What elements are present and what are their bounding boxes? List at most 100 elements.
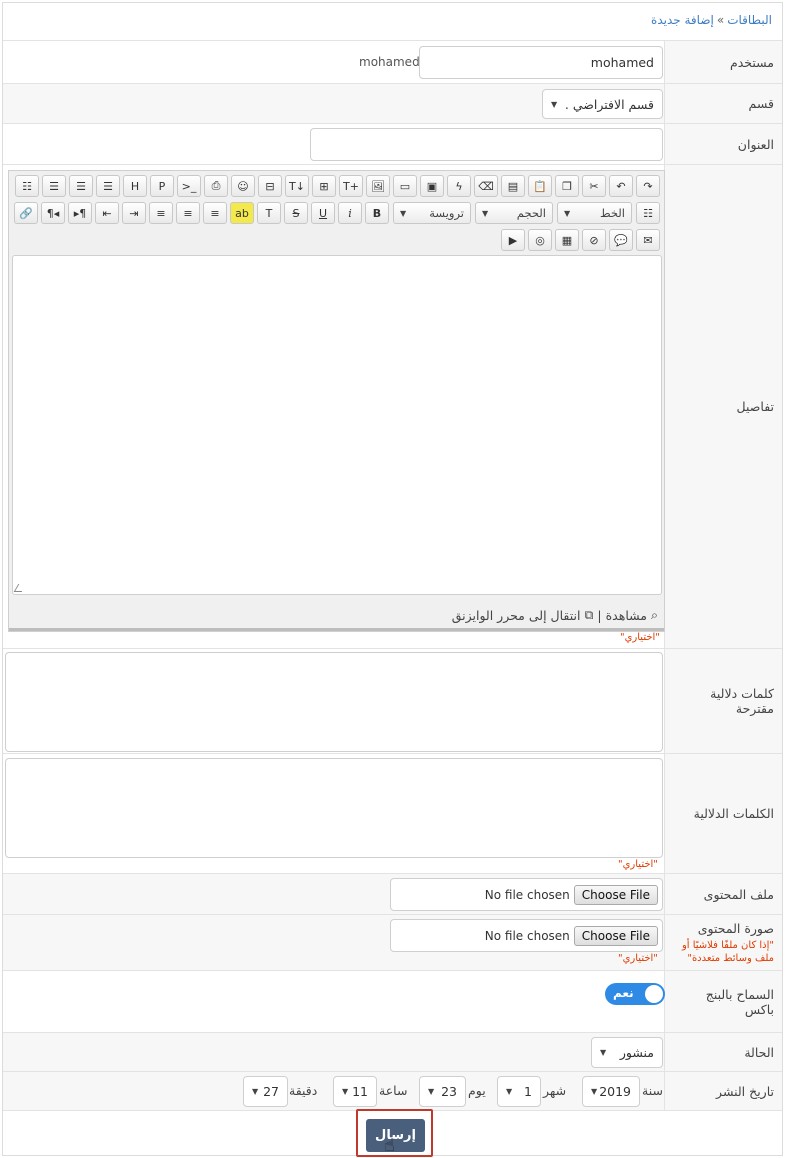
minute-label: دقيقة [289, 1083, 318, 1098]
copy-icon[interactable]: ❐ [555, 175, 579, 197]
publish-date-label: تاريخ النشر [664, 1072, 782, 1110]
block-down-icon[interactable]: ⊟ [258, 175, 282, 197]
editor-bottom-bar [9, 628, 664, 631]
breadcrumb-root[interactable]: البطاقات [727, 13, 772, 27]
ordered-list-icon[interactable]: ☰ [96, 175, 120, 197]
day-select[interactable]: 23 ▼ [419, 1076, 466, 1107]
indent-icon[interactable]: ⇥ [122, 202, 146, 224]
strike-icon[interactable]: S [284, 202, 308, 224]
paste-text-icon[interactable]: ▤ [501, 175, 525, 197]
day-label: يوم [468, 1083, 486, 1098]
undo-icon[interactable]: ↶ [609, 175, 633, 197]
switch-editor-link[interactable]: انتقال إلى محرر الوايزنق [452, 608, 581, 623]
emoji-icon[interactable]: ☺ [231, 175, 255, 197]
tags-optional-note: "اختياري" [618, 859, 658, 870]
allow-ping-toggle[interactable]: نعم [605, 983, 665, 1005]
pointer-cursor-icon: ☝ [384, 1135, 395, 1156]
table-icon[interactable]: ▣ [420, 175, 444, 197]
text-color-icon[interactable]: T [257, 202, 281, 224]
text-down-icon[interactable]: T↓ [285, 175, 309, 197]
rtl-icon[interactable]: ¶◂ [41, 202, 65, 224]
php-icon[interactable]: P [150, 175, 174, 197]
choose-file-button[interactable]: Choose File [573, 884, 658, 905]
link-icon[interactable]: 🔗 [14, 202, 38, 224]
suggested-tags-textarea[interactable] [5, 652, 663, 752]
italic-icon[interactable]: i [338, 202, 362, 224]
submit-highlight: إرسال ☝ [356, 1109, 433, 1157]
list-icon[interactable]: ☰ [42, 175, 66, 197]
attachment-icon[interactable]: ⊘ [582, 229, 606, 251]
insert-text-icon[interactable]: T+ [339, 175, 363, 197]
category-row: قسم قسم الافتراضي . ▼ [3, 84, 782, 124]
align-icon[interactable]: ☷ [636, 202, 660, 224]
image-icon[interactable]: 🖼 [366, 175, 390, 197]
file-status: No file chosen [484, 928, 570, 943]
breadcrumb-current[interactable]: إضافة جديدة [651, 13, 714, 27]
remove-format-icon[interactable]: ⌫ [474, 175, 498, 197]
user-display: mohamed [359, 55, 420, 69]
preview-icon[interactable]: ⎙ [204, 175, 228, 197]
submit-button[interactable]: إرسال [366, 1119, 425, 1152]
comment-icon[interactable]: 💬 [609, 229, 633, 251]
code-icon[interactable]: >_ [177, 175, 201, 197]
title-input[interactable] [310, 128, 663, 161]
category-select[interactable]: قسم الافتراضي . ▼ [542, 89, 663, 119]
horizontal-rule-icon[interactable]: ▭ [393, 175, 417, 197]
html-icon[interactable]: H [123, 175, 147, 197]
preview-link[interactable]: مشاهدة [606, 608, 647, 623]
cut-icon[interactable]: ✂ [582, 175, 606, 197]
font-combo[interactable]: الخط ▼ [557, 202, 632, 224]
tags-textarea[interactable] [5, 758, 663, 858]
status-select[interactable]: منشور ▼ [591, 1037, 663, 1068]
year-select[interactable]: 2019 ▼ [582, 1076, 640, 1107]
editor-textarea[interactable] [12, 255, 662, 595]
title-label: العنوان [664, 124, 782, 164]
tags-row: الكلمات الدلالية "اختياري" [3, 754, 782, 874]
outdent-icon[interactable]: ⇤ [95, 202, 119, 224]
size-combo[interactable]: الحجم ▼ [475, 202, 553, 224]
underline-icon[interactable]: U [311, 202, 335, 224]
suggested-tags-row: كلمات دلالية مقترحة [3, 649, 782, 754]
user-label: مستخدم [664, 41, 782, 83]
editor-footer: ⌕ مشاهدة | ⧉ انتقال إلى محرر الوايزنق [452, 607, 658, 623]
content-file-input[interactable]: Choose File No file chosen [390, 878, 663, 911]
resize-handle[interactable] [13, 584, 27, 592]
bold-icon[interactable]: B [365, 202, 389, 224]
user-row: مستخدم mohamed mohamed [3, 41, 782, 84]
user-input[interactable]: mohamed [419, 46, 663, 79]
tags-label: الكلمات الدلالية [664, 754, 782, 873]
align-right-icon[interactable]: ≡ [203, 202, 227, 224]
category-label: قسم [664, 84, 782, 123]
ltr-icon[interactable]: ▸¶ [68, 202, 92, 224]
hour-label: ساعة [379, 1083, 408, 1098]
redo-icon[interactable]: ↷ [636, 175, 660, 197]
content-image-input[interactable]: Choose File No file chosen [390, 919, 663, 952]
align-left-icon[interactable]: ≡ [149, 202, 173, 224]
audio-icon[interactable]: ◎ [528, 229, 552, 251]
bullet-list-icon[interactable]: ☰ [69, 175, 93, 197]
align-center-icon[interactable]: ≡ [176, 202, 200, 224]
content-file-label: ملف المحتوى [664, 874, 782, 914]
search-icon: ⌕ [650, 607, 658, 622]
paste-icon[interactable]: 📋 [528, 175, 552, 197]
chevron-down-icon: ▼ [342, 1087, 349, 1096]
month-select[interactable]: 1 ▼ [497, 1076, 541, 1107]
file-status: No file chosen [484, 887, 570, 902]
email-icon[interactable]: ✉ [636, 229, 660, 251]
highlight-icon[interactable]: ab [230, 202, 254, 224]
chevron-down-icon: ▼ [551, 99, 558, 109]
heading-combo[interactable]: ترويسة ▼ [393, 202, 471, 224]
insert-block-icon[interactable]: ⊞ [312, 175, 336, 197]
choose-file-button[interactable]: Choose File [573, 925, 658, 946]
minute-select[interactable]: 27 ▼ [243, 1076, 288, 1107]
flash-icon[interactable]: ϟ [447, 175, 471, 197]
month-label: شهر [543, 1083, 567, 1098]
media-icon[interactable]: ▦ [555, 229, 579, 251]
list-numbered-icon[interactable]: ☷ [15, 175, 39, 197]
chevron-down-icon: ▼ [482, 208, 489, 218]
toggle-text: نعم [613, 986, 634, 1000]
content-image-label: صورة المحتوى "إذا كان ملفًا فلاشيًا أو م… [664, 915, 782, 970]
video-icon[interactable]: ▶ [501, 229, 525, 251]
content-image-note: "إذا كان ملفًا فلاشيًا أو ملف وسائط متعد… [681, 939, 774, 964]
hour-select[interactable]: 11 ▼ [333, 1076, 377, 1107]
